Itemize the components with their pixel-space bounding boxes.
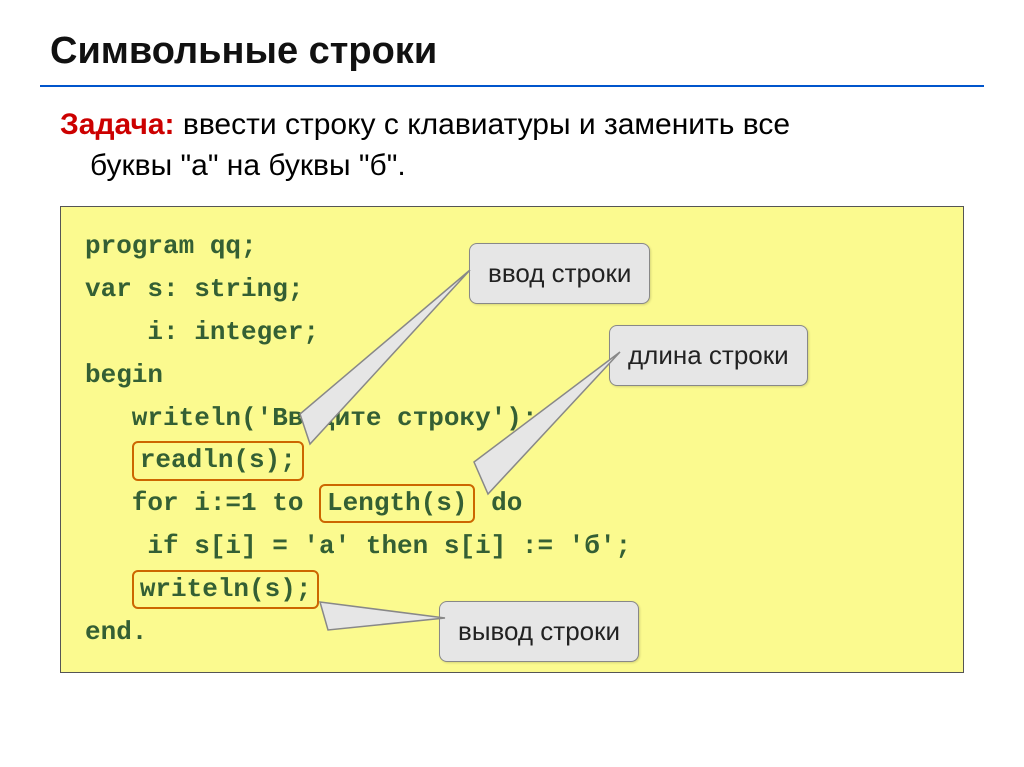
- callout-input: ввод строки: [469, 243, 650, 304]
- code-line-6: readln(s);: [85, 439, 939, 482]
- slide-title: Символьные строки: [40, 30, 984, 73]
- highlight-readln: readln(s);: [132, 441, 304, 480]
- highlight-writeln: writeln(s);: [132, 570, 320, 609]
- callout-length: длина строки: [609, 325, 808, 386]
- title-divider: [40, 85, 984, 87]
- callout-length-label: длина строки: [628, 340, 789, 370]
- code-line-4: begin: [85, 354, 939, 397]
- callout-output: вывод строки: [439, 601, 639, 662]
- task-text-1: ввести строку с клавиатуры и заменить вс…: [175, 108, 790, 141]
- task-block: Задача: ввести строку с клавиатуры и зам…: [40, 105, 984, 186]
- code-line-3: i: integer;: [85, 311, 939, 354]
- highlight-length: Length(s): [319, 484, 475, 523]
- code-line-8: if s[i] = 'а' then s[i] := 'б';: [85, 525, 939, 568]
- code-7-pre: for i:=1 to: [85, 488, 319, 518]
- callout-output-label: вывод строки: [458, 616, 620, 646]
- callout-input-label: ввод строки: [488, 258, 631, 288]
- code-line-5: writeln('Введите строку');: [85, 397, 939, 440]
- code-line-7: for i:=1 to Length(s) do: [85, 482, 939, 525]
- task-text-2: буквы "а" на буквы "б".: [60, 146, 964, 187]
- task-label: Задача:: [60, 108, 175, 141]
- code-box: program qq; var s: string; i: integer; b…: [60, 206, 964, 673]
- code-7-post: do: [475, 488, 522, 518]
